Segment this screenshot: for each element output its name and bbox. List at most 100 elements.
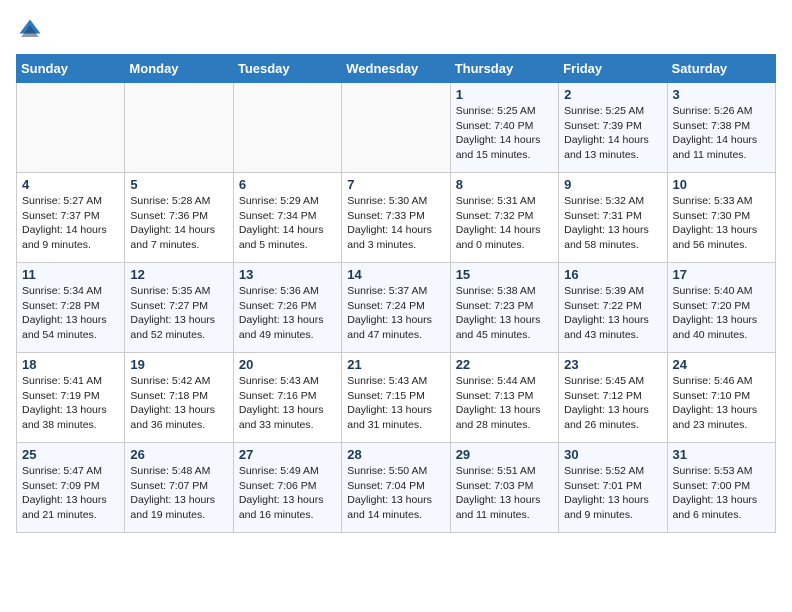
day-number: 23 <box>564 357 661 372</box>
calendar-cell: 13 Sunrise: 5:36 AM Sunset: 7:26 PM Dayli… <box>233 263 341 353</box>
day-number: 10 <box>673 177 770 192</box>
day-info: Sunrise: 5:29 AM Sunset: 7:34 PM Dayligh… <box>239 194 336 253</box>
day-info: Sunrise: 5:38 AM Sunset: 7:23 PM Dayligh… <box>456 284 553 343</box>
day-info: Sunrise: 5:36 AM Sunset: 7:26 PM Dayligh… <box>239 284 336 343</box>
day-number: 6 <box>239 177 336 192</box>
day-info: Sunrise: 5:44 AM Sunset: 7:13 PM Dayligh… <box>456 374 553 433</box>
day-number: 16 <box>564 267 661 282</box>
day-info: Sunrise: 5:40 AM Sunset: 7:20 PM Dayligh… <box>673 284 770 343</box>
logo-icon <box>16 16 44 44</box>
calendar-cell: 25 Sunrise: 5:47 AM Sunset: 7:09 PM Dayli… <box>17 443 125 533</box>
day-info: Sunrise: 5:49 AM Sunset: 7:06 PM Dayligh… <box>239 464 336 523</box>
calendar-cell: 29 Sunrise: 5:51 AM Sunset: 7:03 PM Dayli… <box>450 443 558 533</box>
day-info: Sunrise: 5:41 AM Sunset: 7:19 PM Dayligh… <box>22 374 119 433</box>
day-info: Sunrise: 5:26 AM Sunset: 7:38 PM Dayligh… <box>673 104 770 163</box>
day-info: Sunrise: 5:37 AM Sunset: 7:24 PM Dayligh… <box>347 284 444 343</box>
calendar-cell: 30 Sunrise: 5:52 AM Sunset: 7:01 PM Dayli… <box>559 443 667 533</box>
day-info: Sunrise: 5:51 AM Sunset: 7:03 PM Dayligh… <box>456 464 553 523</box>
day-number: 7 <box>347 177 444 192</box>
day-number: 2 <box>564 87 661 102</box>
calendar-week-row: 1 Sunrise: 5:25 AM Sunset: 7:40 PM Daylig… <box>17 83 776 173</box>
calendar-cell: 28 Sunrise: 5:50 AM Sunset: 7:04 PM Dayli… <box>342 443 450 533</box>
day-number: 3 <box>673 87 770 102</box>
day-info: Sunrise: 5:30 AM Sunset: 7:33 PM Dayligh… <box>347 194 444 253</box>
calendar-week-row: 18 Sunrise: 5:41 AM Sunset: 7:19 PM Dayli… <box>17 353 776 443</box>
day-info: Sunrise: 5:25 AM Sunset: 7:40 PM Dayligh… <box>456 104 553 163</box>
logo <box>16 16 48 44</box>
day-info: Sunrise: 5:33 AM Sunset: 7:30 PM Dayligh… <box>673 194 770 253</box>
day-info: Sunrise: 5:53 AM Sunset: 7:00 PM Dayligh… <box>673 464 770 523</box>
day-number: 25 <box>22 447 119 462</box>
day-info: Sunrise: 5:42 AM Sunset: 7:18 PM Dayligh… <box>130 374 227 433</box>
day-of-week-header: Sunday <box>17 55 125 83</box>
calendar-cell: 10 Sunrise: 5:33 AM Sunset: 7:30 PM Dayli… <box>667 173 775 263</box>
day-number: 11 <box>22 267 119 282</box>
day-number: 27 <box>239 447 336 462</box>
day-info: Sunrise: 5:28 AM Sunset: 7:36 PM Dayligh… <box>130 194 227 253</box>
calendar-cell: 14Sunrise: 5:37 AM Sunset: 7:24 PM Dayli… <box>342 263 450 353</box>
calendar-cell: 4 Sunrise: 5:27 AM Sunset: 7:37 PM Daylig… <box>17 173 125 263</box>
day-info: Sunrise: 5:46 AM Sunset: 7:10 PM Dayligh… <box>673 374 770 433</box>
calendar-cell: 18 Sunrise: 5:41 AM Sunset: 7:19 PM Dayli… <box>17 353 125 443</box>
day-number: 5 <box>130 177 227 192</box>
day-info: Sunrise: 5:39 AM Sunset: 7:22 PM Dayligh… <box>564 284 661 343</box>
calendar-cell: 17 Sunrise: 5:40 AM Sunset: 7:20 PM Dayli… <box>667 263 775 353</box>
day-info: Sunrise: 5:43 AM Sunset: 7:15 PM Dayligh… <box>347 374 444 433</box>
calendar-cell: 1 Sunrise: 5:25 AM Sunset: 7:40 PM Daylig… <box>450 83 558 173</box>
day-info: Sunrise: 5:27 AM Sunset: 7:37 PM Dayligh… <box>22 194 119 253</box>
day-info: Sunrise: 5:48 AM Sunset: 7:07 PM Dayligh… <box>130 464 227 523</box>
calendar-cell: 11 Sunrise: 5:34 AM Sunset: 7:28 PM Dayli… <box>17 263 125 353</box>
day-info: Sunrise: 5:25 AM Sunset: 7:39 PM Dayligh… <box>564 104 661 163</box>
day-of-week-header: Wednesday <box>342 55 450 83</box>
calendar-cell: 2 Sunrise: 5:25 AM Sunset: 7:39 PM Daylig… <box>559 83 667 173</box>
calendar-cell: 21 Sunrise: 5:43 AM Sunset: 7:15 PM Dayli… <box>342 353 450 443</box>
day-number: 4 <box>22 177 119 192</box>
day-info: Sunrise: 5:52 AM Sunset: 7:01 PM Dayligh… <box>564 464 661 523</box>
day-number: 18 <box>22 357 119 372</box>
calendar-week-row: 11 Sunrise: 5:34 AM Sunset: 7:28 PM Dayli… <box>17 263 776 353</box>
calendar-cell: 15 Sunrise: 5:38 AM Sunset: 7:23 PM Dayli… <box>450 263 558 353</box>
day-of-week-header: Friday <box>559 55 667 83</box>
day-info: Sunrise: 5:32 AM Sunset: 7:31 PM Dayligh… <box>564 194 661 253</box>
calendar-week-row: 4 Sunrise: 5:27 AM Sunset: 7:37 PM Daylig… <box>17 173 776 263</box>
day-number: 26 <box>130 447 227 462</box>
day-info: Sunrise: 5:47 AM Sunset: 7:09 PM Dayligh… <box>22 464 119 523</box>
calendar-cell <box>17 83 125 173</box>
day-number: 13 <box>239 267 336 282</box>
day-number: 21 <box>347 357 444 372</box>
day-info: Sunrise: 5:31 AM Sunset: 7:32 PM Dayligh… <box>456 194 553 253</box>
day-number: 17 <box>673 267 770 282</box>
calendar-table: SundayMondayTuesdayWednesdayThursdayFrid… <box>16 54 776 533</box>
day-number: 31 <box>673 447 770 462</box>
day-number: 8 <box>456 177 553 192</box>
calendar-cell: 5 Sunrise: 5:28 AM Sunset: 7:36 PM Daylig… <box>125 173 233 263</box>
calendar-cell: 8 Sunrise: 5:31 AM Sunset: 7:32 PM Daylig… <box>450 173 558 263</box>
day-number: 28 <box>347 447 444 462</box>
calendar-cell: 9Sunrise: 5:32 AM Sunset: 7:31 PM Daylig… <box>559 173 667 263</box>
calendar-cell: 31 Sunrise: 5:53 AM Sunset: 7:00 PM Dayli… <box>667 443 775 533</box>
calendar-cell: 6 Sunrise: 5:29 AM Sunset: 7:34 PM Daylig… <box>233 173 341 263</box>
calendar-cell: 16 Sunrise: 5:39 AM Sunset: 7:22 PM Dayli… <box>559 263 667 353</box>
day-info: Sunrise: 5:50 AM Sunset: 7:04 PM Dayligh… <box>347 464 444 523</box>
day-number: 19 <box>130 357 227 372</box>
calendar-cell: 27 Sunrise: 5:49 AM Sunset: 7:06 PM Dayli… <box>233 443 341 533</box>
calendar-cell: 26 Sunrise: 5:48 AM Sunset: 7:07 PM Dayli… <box>125 443 233 533</box>
day-info: Sunrise: 5:43 AM Sunset: 7:16 PM Dayligh… <box>239 374 336 433</box>
calendar-cell: 3 Sunrise: 5:26 AM Sunset: 7:38 PM Daylig… <box>667 83 775 173</box>
day-number: 1 <box>456 87 553 102</box>
day-number: 15 <box>456 267 553 282</box>
day-of-week-header: Monday <box>125 55 233 83</box>
day-info: Sunrise: 5:34 AM Sunset: 7:28 PM Dayligh… <box>22 284 119 343</box>
day-number: 30 <box>564 447 661 462</box>
calendar-cell: 22Sunrise: 5:44 AM Sunset: 7:13 PM Dayli… <box>450 353 558 443</box>
day-info: Sunrise: 5:45 AM Sunset: 7:12 PM Dayligh… <box>564 374 661 433</box>
day-number: 20 <box>239 357 336 372</box>
calendar-week-row: 25 Sunrise: 5:47 AM Sunset: 7:09 PM Dayli… <box>17 443 776 533</box>
calendar-cell: 7 Sunrise: 5:30 AM Sunset: 7:33 PM Daylig… <box>342 173 450 263</box>
calendar-cell: 12Sunrise: 5:35 AM Sunset: 7:27 PM Dayli… <box>125 263 233 353</box>
page-header <box>16 16 776 44</box>
day-of-week-header: Saturday <box>667 55 775 83</box>
calendar-cell: 23 Sunrise: 5:45 AM Sunset: 7:12 PM Dayli… <box>559 353 667 443</box>
calendar-cell: 24Sunrise: 5:46 AM Sunset: 7:10 PM Dayli… <box>667 353 775 443</box>
day-number: 29 <box>456 447 553 462</box>
